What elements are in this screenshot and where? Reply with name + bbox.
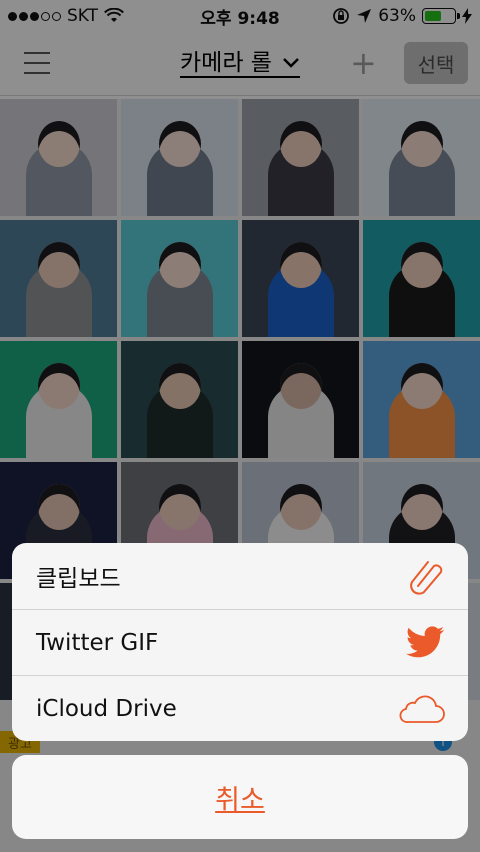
share-sheet: 클립보드 Twitter GIF iCloud Drive (12, 543, 468, 741)
paperclip-icon (410, 561, 443, 595)
share-option-twitter-gif[interactable]: Twitter GIF (12, 609, 468, 675)
share-option-icloud-drive[interactable]: iCloud Drive (12, 675, 468, 741)
twitter-bird-icon (406, 625, 445, 657)
cloud-icon (399, 694, 445, 723)
share-option-label: Twitter GIF (36, 629, 159, 656)
share-option-clipboard[interactable]: 클립보드 (12, 543, 468, 609)
share-option-label: iCloud Drive (36, 695, 177, 722)
cancel-button[interactable]: 취소 (12, 755, 468, 839)
share-option-label: 클립보드 (36, 566, 121, 592)
